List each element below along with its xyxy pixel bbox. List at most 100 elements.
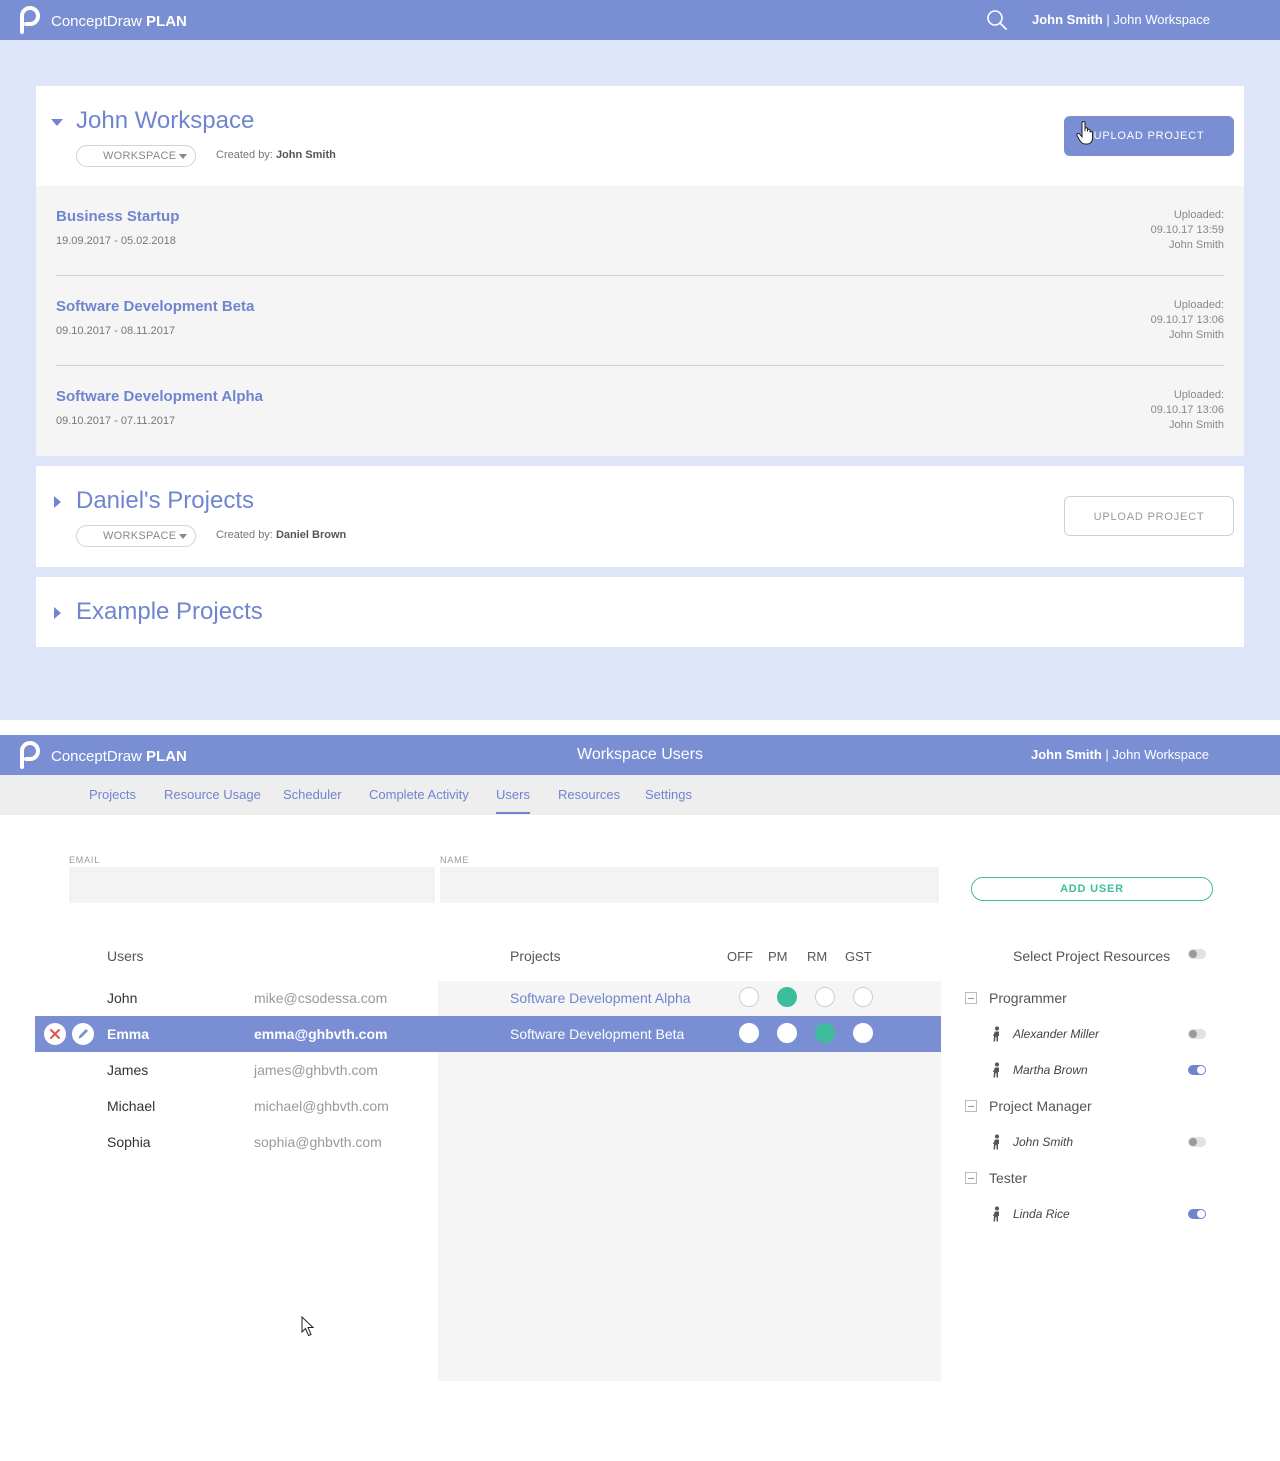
user-row[interactable]: Michael michael@ghbvth.com xyxy=(35,1088,941,1124)
name-field[interactable] xyxy=(440,867,939,903)
project-dates: 09.10.2017 - 08.11.2017 xyxy=(56,325,176,337)
delete-user-button[interactable] xyxy=(44,1023,66,1045)
workspace-type-select[interactable]: WORKSPACE xyxy=(76,145,196,167)
resource-row: Linda Rice xyxy=(990,1205,1220,1223)
caret-right-icon[interactable] xyxy=(51,496,63,508)
user-email: mike@csodessa.com xyxy=(254,990,388,1006)
project-item[interactable]: Business Startup 19.09.2017 - 05.02.2018… xyxy=(56,186,1224,276)
role-header-rm: RM xyxy=(807,949,828,964)
role-radio-rm[interactable] xyxy=(815,987,835,1007)
role-radio-rm[interactable] xyxy=(815,1023,835,1043)
search-icon[interactable] xyxy=(986,9,1008,31)
workspace-title[interactable]: Daniel's Projects xyxy=(76,487,254,515)
resource-toggle[interactable] xyxy=(1188,1065,1206,1075)
caret-down-icon[interactable] xyxy=(51,116,63,128)
project-item[interactable]: Software Development Alpha 09.10.2017 - … xyxy=(56,366,1224,456)
project-item[interactable]: Software Development Beta 09.10.2017 - 0… xyxy=(56,276,1224,366)
resources-title: Select Project Resources xyxy=(1013,948,1171,964)
resource-row: Alexander Miller xyxy=(990,1025,1220,1043)
role-radio-pm[interactable] xyxy=(777,1023,797,1043)
top-bar: ConceptDraw PLAN Workspace Users John Sm… xyxy=(0,735,1280,775)
chevron-down-icon xyxy=(179,534,187,539)
user-name: Sophia xyxy=(107,1134,151,1150)
user-email: emma@ghbvth.com xyxy=(254,1026,388,1042)
role-radio-gst[interactable] xyxy=(853,987,873,1007)
user-project-link[interactable]: Software Development Alpha xyxy=(510,990,691,1006)
user-email: sophia@ghbvth.com xyxy=(254,1134,382,1150)
created-by: Created by: Daniel Brown xyxy=(216,529,347,541)
role-header-pm: PM xyxy=(768,949,788,964)
workspace-card-example: Example Projects xyxy=(36,577,1244,647)
collapse-icon[interactable] xyxy=(965,1172,977,1184)
tab-users[interactable]: Users xyxy=(496,787,530,814)
resource-name: Linda Rice xyxy=(1013,1207,1070,1221)
workspace-card-daniel: Daniel's Projects WORKSPACE Created by: … xyxy=(36,466,1244,567)
person-icon xyxy=(993,1206,999,1222)
workspace-title[interactable]: John Workspace xyxy=(76,107,254,135)
upload-project-button[interactable]: UPLOAD PROJECT xyxy=(1064,496,1234,536)
user-name: Emma xyxy=(107,1026,150,1042)
tab-resource-usage[interactable]: Resource Usage xyxy=(164,787,261,802)
collapse-icon[interactable] xyxy=(965,992,977,1004)
resource-name: Alexander Miller xyxy=(1013,1027,1100,1041)
resource-name: John Smith xyxy=(1013,1135,1074,1149)
brand: ConceptDraw PLAN xyxy=(51,13,187,30)
person-icon xyxy=(993,1134,999,1150)
user-email: michael@ghbvth.com xyxy=(254,1098,389,1114)
tab-settings[interactable]: Settings xyxy=(645,787,692,802)
role-header-off: OFF xyxy=(727,949,753,964)
user-row[interactable]: John mike@csodessa.com Software Developm… xyxy=(35,980,941,1016)
group-name: Programmer xyxy=(989,990,1067,1006)
resource-name: Martha Brown xyxy=(1013,1063,1088,1077)
resource-row: John Smith xyxy=(990,1133,1220,1151)
project-list: Business Startup 19.09.2017 - 05.02.2018… xyxy=(36,186,1244,456)
project-dates: 09.10.2017 - 07.11.2017 xyxy=(56,415,176,427)
tab-projects[interactable]: Projects xyxy=(89,787,136,802)
user-workspace-label[interactable]: John Smith | John Workspace xyxy=(1031,747,1209,762)
user-row-selected[interactable]: Emma emma@ghbvth.com Software Developmen… xyxy=(35,1016,941,1052)
edit-user-button[interactable] xyxy=(72,1023,94,1045)
close-icon xyxy=(50,1029,60,1039)
tab-resources[interactable]: Resources xyxy=(558,787,620,802)
project-upload-info: Uploaded: 09.10.17 13:59 John Smith xyxy=(1150,209,1224,251)
select-all-resources-toggle[interactable] xyxy=(1188,949,1206,959)
resource-toggle[interactable] xyxy=(1188,1137,1206,1147)
nav-tabs: Projects Resource Usage Scheduler Comple… xyxy=(0,775,1280,815)
resource-row: Martha Brown xyxy=(990,1061,1220,1079)
collapse-icon[interactable] xyxy=(965,1100,977,1112)
name-label: NAME xyxy=(440,855,470,865)
resource-toggle[interactable] xyxy=(1188,1029,1206,1039)
users-column-header: Users xyxy=(107,948,144,964)
user-email: james@ghbvth.com xyxy=(254,1062,378,1078)
project-name[interactable]: Business Startup xyxy=(56,208,179,225)
user-name: John xyxy=(107,990,138,1006)
resource-toggle[interactable] xyxy=(1188,1209,1206,1219)
user-row[interactable]: Sophia sophia@ghbvth.com xyxy=(35,1124,941,1160)
user-workspace-label[interactable]: John Smith | John Workspace xyxy=(1032,12,1210,27)
arrow-cursor-icon xyxy=(301,1316,315,1337)
project-name[interactable]: Software Development Alpha xyxy=(56,388,263,405)
project-dates: 19.09.2017 - 05.02.2018 xyxy=(56,235,176,247)
caret-right-icon[interactable] xyxy=(51,607,63,619)
tab-scheduler[interactable]: Scheduler xyxy=(283,787,342,802)
top-bar: ConceptDraw PLAN John Smith | John Works… xyxy=(0,0,1280,40)
project-name[interactable]: Software Development Beta xyxy=(56,298,254,315)
project-upload-info: Uploaded: 09.10.17 13:06 John Smith xyxy=(1150,299,1224,341)
role-radio-pm[interactable] xyxy=(777,987,797,1007)
role-header-gst: GST xyxy=(845,949,872,964)
role-radio-gst[interactable] xyxy=(853,1023,873,1043)
tab-complete-activity[interactable]: Complete Activity xyxy=(369,787,469,802)
add-user-button[interactable]: ADD USER xyxy=(971,877,1213,901)
user-project-link[interactable]: Software Development Beta xyxy=(510,1026,684,1042)
role-radio-off[interactable] xyxy=(739,987,759,1007)
workspace-title[interactable]: Example Projects xyxy=(76,598,263,626)
user-row[interactable]: James james@ghbvth.com xyxy=(35,1052,941,1088)
role-radio-off[interactable] xyxy=(739,1023,759,1043)
email-field[interactable] xyxy=(69,867,435,903)
workspace-card-john: John Workspace WORKSPACE Created by: Joh… xyxy=(36,86,1244,456)
projects-column-header: Projects xyxy=(510,948,561,964)
user-name: Michael xyxy=(107,1098,156,1114)
workspace-type-select[interactable]: WORKSPACE xyxy=(76,525,196,547)
pencil-icon xyxy=(78,1029,88,1039)
person-icon xyxy=(993,1026,999,1042)
